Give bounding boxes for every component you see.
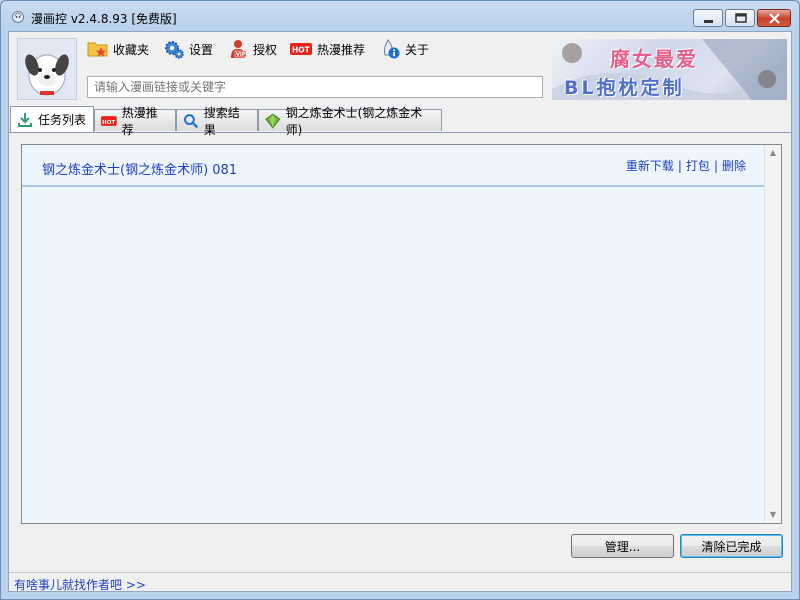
task-actions: 重新下载 | 打包 | 删除 (626, 157, 746, 174)
favorites-label: 收藏夹 (113, 42, 150, 57)
task-row[interactable]: 钢之炼金术士(钢之炼金术师) 081 重新下载 | 打包 | 删除 (22, 145, 766, 187)
action-separator: | (713, 159, 718, 173)
app-window: 漫画控 v2.4.8.93 [免费版] 收藏夹 设置 VIP 授权 HOT 热漫… (0, 0, 800, 600)
manage-button[interactable]: 管理... (571, 534, 674, 558)
tab-task-list-label: 任务列表 (38, 113, 87, 127)
download-icon (18, 112, 32, 127)
tab-manga-detail[interactable]: 钢之炼金术士(钢之炼金术师) (258, 106, 442, 137)
task-title: 钢之炼金术士(钢之炼金术师) 081 (42, 163, 238, 178)
banner-text-line1: 腐女最爱 (610, 47, 698, 71)
action-separator: | (677, 159, 682, 173)
window-title: 漫画控 v2.4.8.93 [免费版] (31, 12, 177, 26)
task-list-panel: 钢之炼金术士(钢之炼金术师) 081 重新下载 | 打包 | 删除 ▲ ▼ (21, 144, 782, 524)
main-client-area: 收藏夹 设置 VIP 授权 HOT 热漫推荐 关于 请输入漫画链接或关键字 腐女… (8, 31, 792, 592)
ad-banner[interactable]: 腐女最爱 BL抱枕定制 (552, 39, 787, 100)
tab-bar: 任务列表 HOT 热漫推荐 搜索结果 钢之炼金术士(钢之炼金术师) (9, 106, 791, 137)
clear-completed-button[interactable]: 清除已完成 (680, 534, 783, 558)
hot-icon: HOT (101, 115, 117, 126)
svg-text:HOT: HOT (292, 46, 311, 55)
banner-text-line2: BL抱枕定制 (564, 77, 685, 99)
dog-mascot-icon (25, 54, 69, 96)
tab-search-results[interactable]: 搜索结果 (176, 106, 258, 137)
title-bar[interactable]: 漫画控 v2.4.8.93 [免费版] (1, 1, 799, 31)
tab-hot-recommend-label: 热漫推荐 (121, 105, 158, 137)
pack-link[interactable]: 打包 (686, 159, 710, 173)
maximize-button[interactable] (725, 9, 755, 27)
license-button[interactable]: VIP 授权 (227, 38, 277, 60)
maximize-icon (735, 13, 747, 23)
hot-recommend-button[interactable]: HOT 热漫推荐 (289, 38, 365, 60)
book-icon (265, 113, 281, 129)
status-bar: 有啥事儿就找作者吧 >> (9, 572, 791, 592)
about-label: 关于 (405, 42, 430, 57)
search-input[interactable] (87, 76, 543, 98)
info-icon (383, 39, 400, 59)
tab-hot-recommend[interactable]: HOT 热漫推荐 (94, 106, 176, 137)
license-label: 授权 (253, 42, 278, 57)
tab-manga-detail-label: 钢之炼金术士(钢之炼金术师) (285, 105, 423, 137)
tab-search-results-label: 搜索结果 (203, 105, 240, 137)
contact-author-link[interactable]: 有啥事儿就找作者吧 >> (14, 576, 146, 593)
gears-icon (165, 41, 184, 59)
delete-link[interactable]: 删除 (722, 159, 746, 173)
settings-label: 设置 (189, 42, 214, 57)
folder-star-icon (87, 42, 108, 57)
svg-text:HOT: HOT (102, 119, 115, 125)
avatar (17, 38, 77, 100)
svg-text:VIP: VIP (236, 52, 246, 58)
search-icon (183, 113, 199, 128)
scroll-down-icon[interactable]: ▼ (769, 511, 777, 519)
app-logo-icon (12, 11, 24, 23)
settings-button[interactable]: 设置 (163, 38, 213, 60)
vip-icon: VIP (231, 40, 247, 58)
minimize-button[interactable] (693, 9, 723, 27)
redownload-link[interactable]: 重新下载 (626, 159, 674, 173)
favorites-button[interactable]: 收藏夹 (87, 38, 149, 60)
hot-icon: HOT (290, 43, 312, 55)
task-list-empty-area (22, 187, 766, 523)
scroll-up-icon[interactable]: ▲ (769, 149, 777, 157)
minimize-icon (704, 20, 713, 23)
close-icon (769, 13, 780, 24)
about-button[interactable]: 关于 (379, 38, 429, 60)
close-button[interactable] (757, 9, 791, 27)
tab-task-list[interactable]: 任务列表 (10, 106, 94, 132)
vertical-scrollbar[interactable]: ▲ ▼ (764, 145, 781, 523)
hot-recommend-label: 热漫推荐 (317, 42, 366, 57)
